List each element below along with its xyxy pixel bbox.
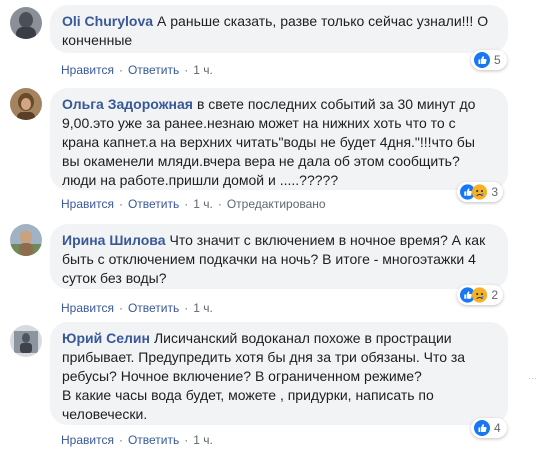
reply-link[interactable]: Ответить <box>128 301 179 315</box>
timestamp[interactable]: 1 ч. <box>193 301 213 315</box>
sad-face-icon <box>472 287 488 303</box>
separator: · <box>118 433 123 447</box>
avatar-photo-icon <box>10 325 42 357</box>
separator: · <box>118 301 123 315</box>
separator: · <box>184 197 189 211</box>
reaction-count: 4 <box>494 421 501 435</box>
like-link[interactable]: Нравится <box>61 301 114 315</box>
timestamp[interactable]: 1 ч. <box>193 63 213 77</box>
comment-author[interactable]: Ольга Задорожная <box>62 96 193 112</box>
reaction-count: 2 <box>491 288 498 302</box>
separator: · <box>217 197 222 211</box>
separator: · <box>118 197 123 211</box>
comment-author[interactable]: Юрий Селин <box>62 330 150 346</box>
timestamp[interactable]: 1 ч. <box>193 433 213 447</box>
like-link[interactable]: Нравится <box>61 63 114 77</box>
avatar-photo-icon <box>10 7 42 39</box>
avatar[interactable] <box>10 224 42 256</box>
reaction-summary[interactable]: 5 <box>471 50 507 70</box>
avatar[interactable] <box>10 7 42 39</box>
thumbs-up-icon <box>474 52 490 68</box>
sad-face-icon <box>472 184 488 200</box>
avatar[interactable] <box>10 88 42 120</box>
reaction-summary[interactable]: 2 <box>457 285 503 305</box>
more-options-icon[interactable]: ··· <box>528 373 537 383</box>
comment-author[interactable]: Oli Churylova <box>62 13 153 29</box>
like-link[interactable]: Нравится <box>61 433 114 447</box>
comment-actions: Нравится · Ответить · 1 ч. <box>61 300 213 316</box>
comment-author[interactable]: Ирина Шилова <box>62 232 166 248</box>
comment-bubble: Ольга Задорожная в свете последних событи… <box>50 88 508 190</box>
separator: · <box>184 301 189 315</box>
reaction-summary[interactable]: 3 <box>457 182 503 202</box>
timestamp[interactable]: 1 ч. <box>193 197 213 211</box>
avatar-photo-icon <box>10 224 42 256</box>
comment-bubble: Ирина Шилова Что значит с включением в но… <box>50 224 508 289</box>
reply-link[interactable]: Ответить <box>128 433 179 447</box>
reaction-count: 3 <box>491 185 498 199</box>
avatar-photo-icon <box>10 88 42 120</box>
reaction-count: 5 <box>494 53 501 67</box>
separator: · <box>184 433 189 447</box>
comment-actions: Нравится · Ответить · 1 ч. · Отредактировано <box>61 196 326 212</box>
comment-actions: Нравится · Ответить · 1 ч. <box>61 62 213 78</box>
reaction-summary[interactable]: 4 <box>471 418 507 438</box>
thumbs-up-icon <box>474 420 490 436</box>
reply-link[interactable]: Ответить <box>128 63 179 77</box>
comment-bubble: Юрий Селин Лисичанский водоканал похоже в… <box>50 322 508 425</box>
separator: · <box>118 63 123 77</box>
avatar[interactable] <box>10 325 42 357</box>
like-link[interactable]: Нравится <box>61 197 114 211</box>
reply-link[interactable]: Ответить <box>128 197 179 211</box>
comment-bubble: Oli Churylova А раньше сказать, разве тол… <box>50 5 508 53</box>
separator: · <box>184 63 189 77</box>
comment-actions: Нравится · Ответить · 1 ч. <box>61 432 213 448</box>
edited-label[interactable]: Отредактировано <box>227 197 326 211</box>
